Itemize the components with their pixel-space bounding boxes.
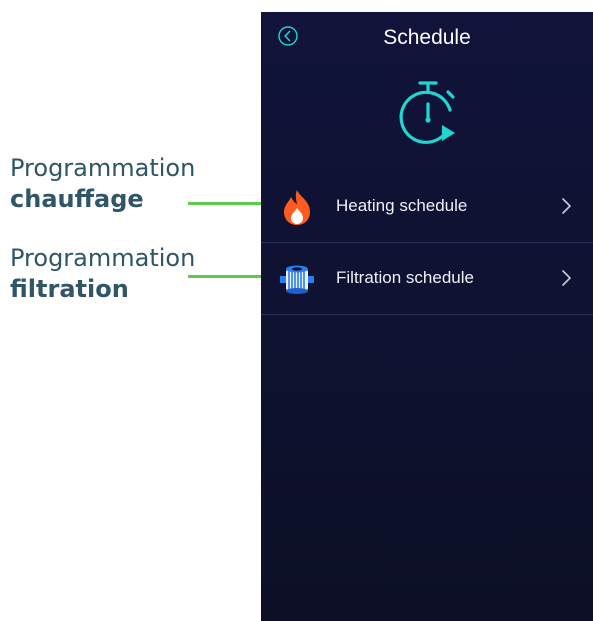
flame-icon	[278, 188, 316, 226]
chevron-right-icon	[561, 196, 573, 216]
filter-cartridge-icon	[278, 260, 316, 298]
heating-schedule-label: Heating schedule	[336, 196, 468, 215]
schedule-screen: Schedule Heating schedule Filtration sch…	[261, 12, 593, 621]
annotation-keyword: chauffage	[10, 185, 144, 213]
heating-annotation: Programmation chauffage	[10, 153, 195, 215]
filtration-schedule-item[interactable]: Filtration schedule	[261, 242, 593, 315]
annotation-line: Programmation	[10, 244, 196, 272]
annotation-line: Programmation	[10, 154, 196, 182]
heating-schedule-item[interactable]: Heating schedule	[261, 170, 593, 243]
filtration-annotation: Programmation filtration	[10, 243, 195, 305]
stopwatch-play-icon	[395, 78, 461, 150]
annotation-keyword: filtration	[10, 275, 129, 303]
filtration-schedule-label: Filtration schedule	[336, 268, 474, 287]
page-title: Schedule	[383, 26, 471, 49]
header-bar: Schedule	[261, 12, 593, 67]
chevron-right-icon	[561, 268, 573, 288]
